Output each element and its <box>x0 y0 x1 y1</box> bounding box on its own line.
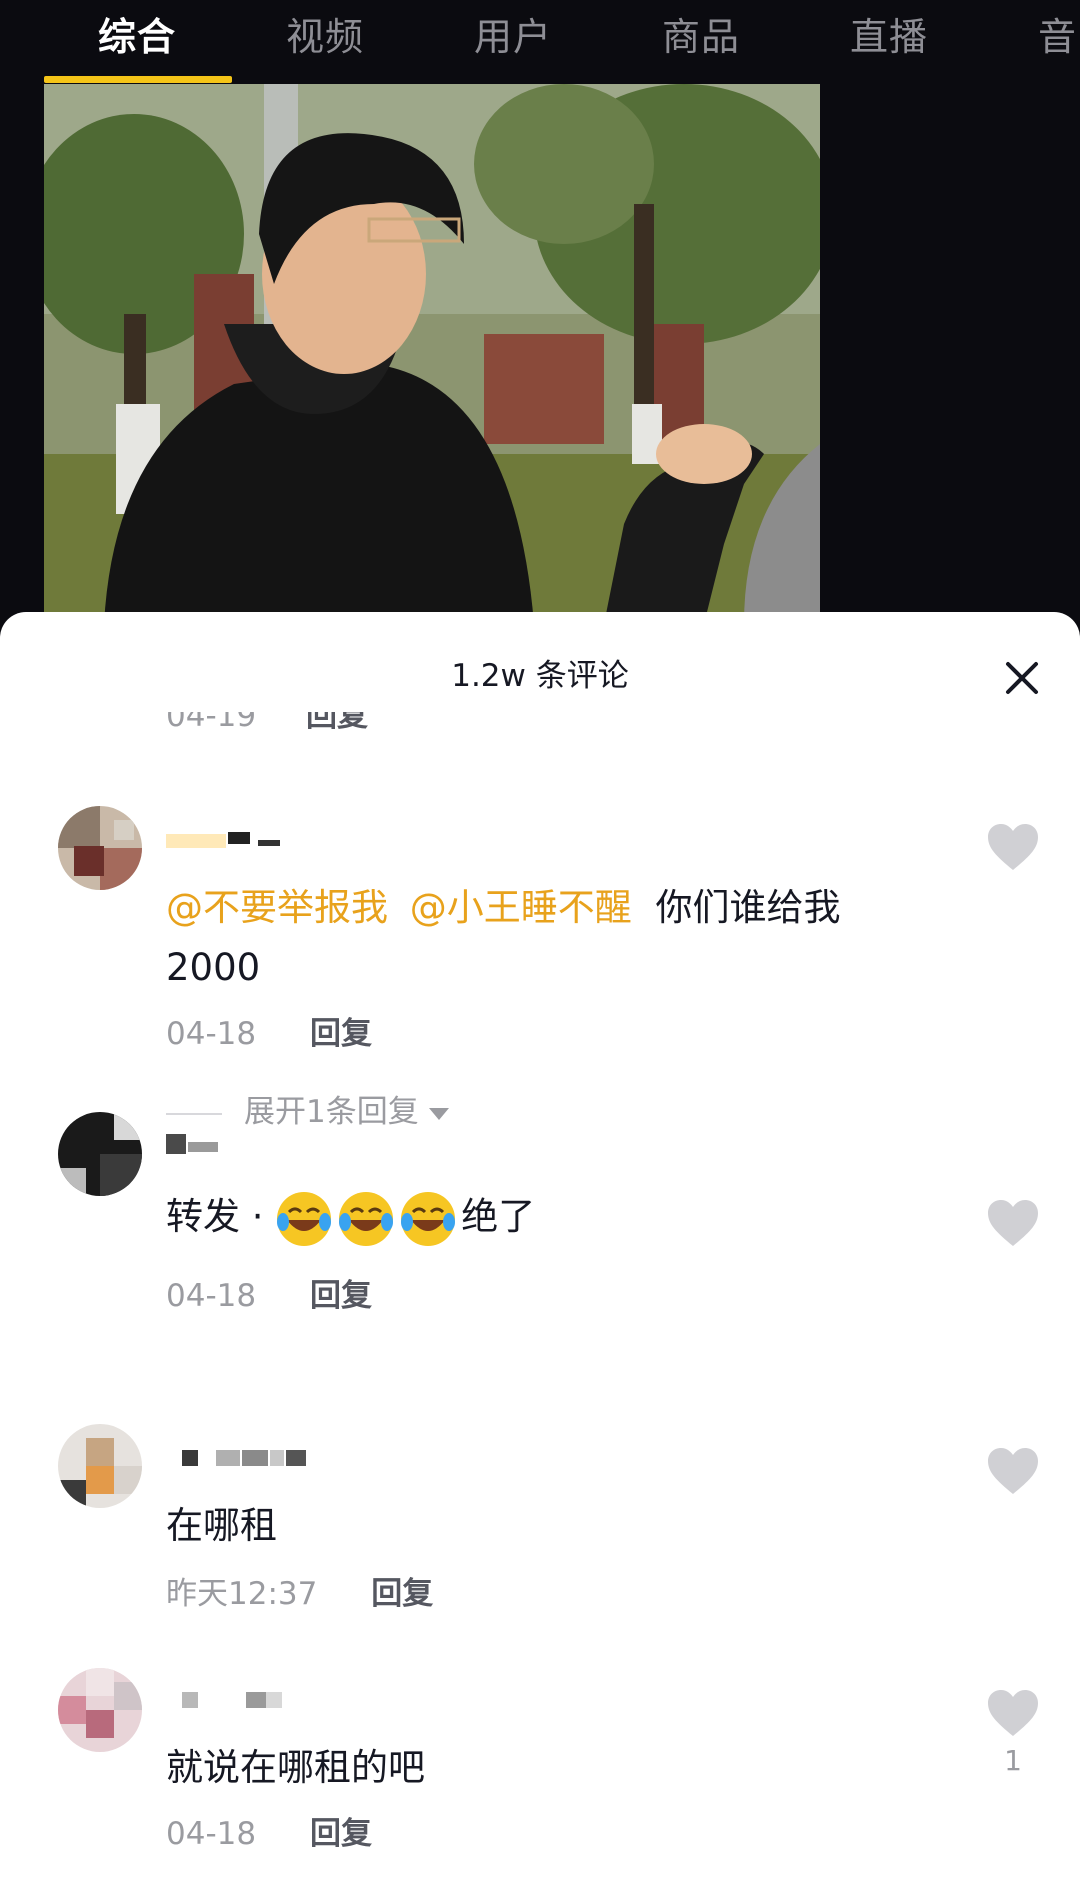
comment-time: 04-18 <box>166 1016 257 1052</box>
search-tabs-bar: 综合 视频 用户 商品 直播 音 <box>0 0 1080 84</box>
reply-button[interactable]: 回复 <box>306 712 368 734</box>
active-tab-indicator <box>44 76 232 83</box>
heart-icon[interactable] <box>986 1446 1040 1496</box>
search-results-screen: 综合 视频 用户 商品 直播 音 1.2w 条评论 04-19 回复 @不要举报… <box>0 0 1080 1903</box>
comment-text: 在哪租 <box>166 1504 277 1547</box>
comment-text: @不要举报我 @小王睡不醒 你们谁给我 <box>166 878 841 938</box>
mention-link[interactable]: @小王睡不醒 <box>410 886 632 929</box>
tab-live[interactable]: 直播 <box>850 6 928 61</box>
reply-button[interactable]: 回复 <box>310 1278 372 1314</box>
comments-sheet: 1.2w 条评论 04-19 回复 @不要举报我 @小王睡不醒 你们谁给我 20… <box>0 612 1080 1903</box>
username[interactable] <box>166 1444 386 1468</box>
reply-button[interactable]: 回复 <box>371 1576 433 1612</box>
heart-icon[interactable] <box>986 822 1040 872</box>
comment-meta: 昨天12:37 回复 <box>166 1568 433 1613</box>
previous-comment-meta: 04-19 回复 <box>166 712 566 742</box>
tears-of-joy-emoji <box>339 1191 394 1246</box>
comment-text-part: 转发 · <box>166 1195 276 1238</box>
expand-replies-button[interactable]: 展开1条回复 <box>166 1086 449 1131</box>
comment-text: 转发 · 绝了 <box>166 1187 535 1248</box>
comment-time: 04-19 <box>166 712 257 734</box>
avatar[interactable] <box>58 1112 142 1196</box>
video-frame <box>44 84 820 624</box>
close-icon[interactable] <box>998 654 1046 702</box>
username[interactable] <box>166 1132 386 1156</box>
tears-of-joy-emoji <box>277 1191 332 1246</box>
comment-text-part: 绝了 <box>461 1195 536 1238</box>
username[interactable] <box>166 826 386 850</box>
tab-music[interactable]: 音 <box>1038 6 1077 61</box>
divider <box>166 1112 222 1115</box>
like-count: 1 <box>1004 1744 1022 1777</box>
comment-meta: 04-18 回复 <box>166 1808 372 1853</box>
comment-text-part: 你们谁给我 <box>655 886 841 929</box>
tears-of-joy-emoji <box>401 1191 456 1246</box>
expand-replies-label: 展开1条回复 <box>244 1094 419 1130</box>
avatar[interactable] <box>58 806 142 890</box>
reply-button[interactable]: 回复 <box>310 1816 372 1852</box>
comment-text-line2: 2000 <box>166 946 261 989</box>
comment-time: 04-18 <box>166 1816 257 1852</box>
mention-link[interactable]: @不要举报我 <box>166 886 388 929</box>
tab-users[interactable]: 用户 <box>474 6 552 61</box>
avatar[interactable] <box>58 1424 142 1508</box>
comments-count-title: 1.2w 条评论 <box>451 658 629 694</box>
comment-time: 昨天12:37 <box>166 1576 318 1612</box>
comment-meta: 04-18 回复 <box>166 1270 372 1315</box>
tab-general[interactable]: 综合 <box>98 6 176 61</box>
video-player[interactable] <box>44 84 820 624</box>
tab-video[interactable]: 视频 <box>286 6 364 61</box>
reply-button[interactable]: 回复 <box>310 1016 372 1052</box>
comment-text: 就说在哪租的吧 <box>166 1746 425 1789</box>
chevron-down-icon <box>428 1107 449 1120</box>
username[interactable] <box>166 1686 386 1710</box>
heart-icon[interactable] <box>986 1688 1040 1738</box>
heart-icon[interactable] <box>986 1198 1040 1248</box>
comment-meta: 04-18 回复 <box>166 1008 372 1053</box>
comment-time: 04-18 <box>166 1278 257 1314</box>
tab-products[interactable]: 商品 <box>662 6 740 61</box>
avatar[interactable] <box>58 1668 142 1752</box>
